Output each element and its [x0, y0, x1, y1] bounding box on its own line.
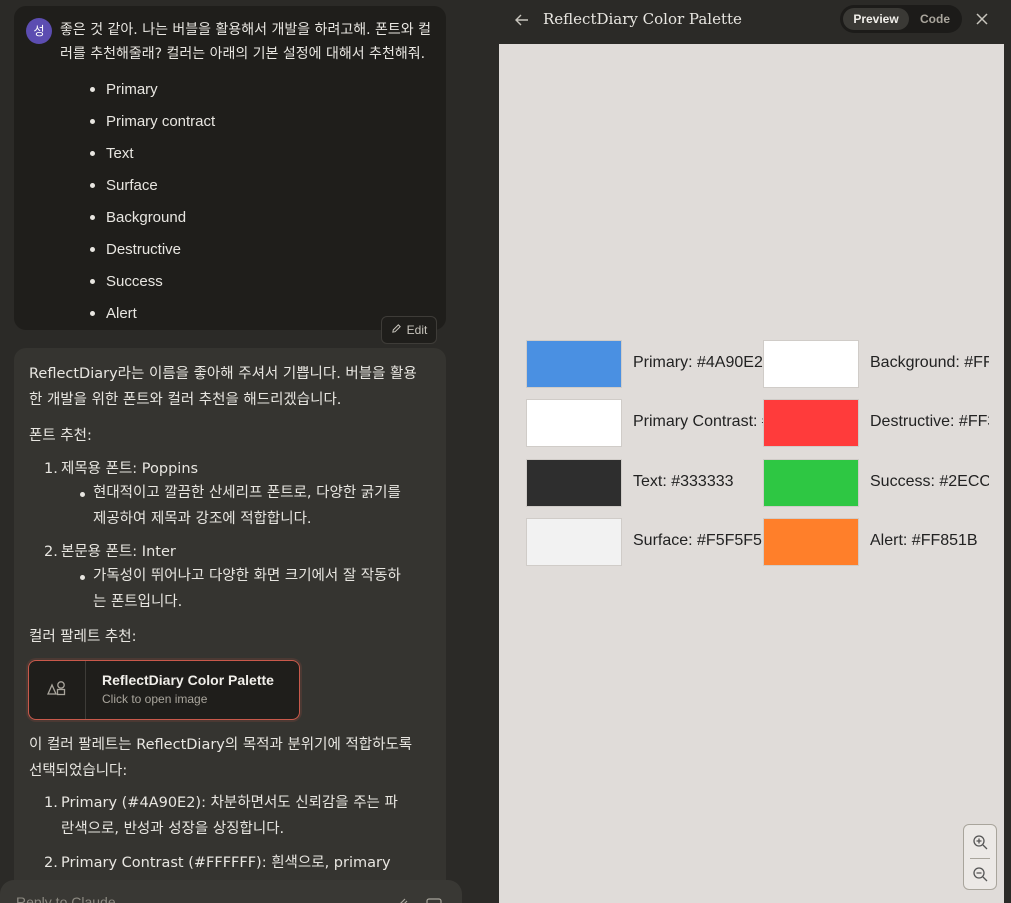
artifact-preview: Primary: #4A90E2 Primary Contrast: #FFFF…: [499, 44, 1004, 903]
zoom-out-icon[interactable]: [972, 866, 988, 887]
assistant-intro: ReflectDiary라는 이름을 좋아해 주셔서 기쁩니다. 버블을 활용한…: [29, 366, 417, 408]
color-item-text: Primary Contrast (#FFFFFF): 흰색으로, primar…: [61, 855, 391, 871]
pencil-icon: [391, 323, 402, 337]
swatch-label: Primary Contrast: #FFFFFF: [633, 413, 763, 431]
list-item: Alert: [76, 298, 215, 330]
list-item: Text: [76, 138, 215, 170]
palette-row: Text: #333333: [526, 458, 763, 518]
swatch-label: Success: #2ECC40: [870, 472, 989, 490]
bullet-dot: [80, 492, 85, 497]
font-item-title: 본문용 폰트: Inter: [61, 544, 176, 560]
view-toggle: Preview Code: [840, 5, 962, 33]
user-message-text: 좋은 것 같아. 나는 버블을 활용해서 개발을 하려고해. 폰트와 컬러를 추…: [60, 22, 431, 62]
list-item: Destructive: [76, 234, 215, 266]
swatch-label: Alert: #FF851B: [870, 531, 978, 549]
back-arrow-icon[interactable]: [512, 10, 532, 30]
font-item-title: 제목용 폰트: Poppins: [61, 461, 199, 477]
font-item-desc: 현대적이고 깔끔한 산세리프 폰트로, 다양한 굵기를 제공하여 제목과 강조에…: [93, 485, 401, 527]
color-heading: 컬러 팔레트 추천:: [29, 629, 137, 645]
artifact-title: ReflectDiary Color Palette: [102, 672, 274, 688]
reply-composer[interactable]: Reply to Claude...: [0, 880, 462, 903]
paperclip-icon[interactable]: [396, 896, 410, 903]
palette-column-right: Background: #FFFFFF Destructive: #FF3B30…: [763, 340, 989, 577]
avatar[interactable]: 성: [26, 18, 52, 44]
color-item-text: Primary (#4A90E2): 차분하면서도 신뢰감을 주는 파란색으로,…: [61, 795, 398, 837]
color-swatch: [526, 517, 622, 566]
zoom-controls: [963, 824, 997, 890]
color-swatch: [763, 517, 859, 566]
color-swatch: [763, 399, 859, 448]
artifact-icon-wrap: [29, 661, 86, 719]
palette-row: Success: #2ECC40: [763, 458, 989, 518]
color-swatch: [763, 458, 859, 507]
color-swatch: [763, 340, 859, 388]
edit-button-label: Edit: [406, 323, 428, 337]
artifact-header: ReflectDiary Color Palette Preview Code: [498, 0, 1011, 41]
swatch-label: Text: #333333: [633, 472, 734, 490]
list-number: 1.: [44, 795, 58, 811]
list-number: 1.: [44, 461, 58, 477]
palette-row: Background: #FFFFFF: [763, 340, 989, 399]
swatch-label: Destructive: #FF3B30: [870, 413, 989, 431]
edit-button[interactable]: Edit: [381, 316, 437, 344]
color-swatch: [526, 340, 622, 388]
palette-row: Destructive: #FF3B30: [763, 399, 989, 458]
artifact-card[interactable]: ReflectDiary Color Palette Click to open…: [28, 660, 300, 720]
font-heading: 폰트 추천:: [29, 428, 92, 444]
palette-column-left: Primary: #4A90E2 Primary Contrast: #FFFF…: [526, 340, 763, 577]
tab-code[interactable]: Code: [912, 8, 958, 30]
palette-row: Primary: #4A90E2: [526, 340, 763, 399]
artifact-pane: ReflectDiary Color Palette Preview Code …: [498, 0, 1011, 903]
camera-icon[interactable]: [426, 896, 442, 903]
swatch-label: Primary: #4A90E2: [633, 354, 763, 371]
font-item-desc: 가독성이 뛰어나고 다양한 화면 크기에서 잘 작동하는 폰트입니다.: [93, 568, 401, 610]
composer-placeholder: Reply to Claude...: [16, 894, 128, 903]
color-swatch: [526, 458, 622, 507]
chat-pane: 성 좋은 것 같아. 나는 버블을 활용해서 개발을 하려고해. 폰트와 컬러를…: [0, 0, 498, 903]
zoom-divider: [970, 858, 990, 859]
list-item: Primary: [76, 74, 215, 106]
list-item: Background: [76, 202, 215, 234]
close-icon[interactable]: [974, 11, 990, 27]
tab-preview[interactable]: Preview: [843, 8, 909, 30]
user-message: 성 좋은 것 같아. 나는 버블을 활용해서 개발을 하려고해. 폰트와 컬러를…: [14, 6, 446, 330]
palette-row: Surface: #F5F5F5: [526, 517, 763, 577]
shapes-icon: [46, 679, 68, 701]
artifact-subtitle: Click to open image: [102, 692, 208, 706]
artifact-pane-title: ReflectDiary Color Palette: [543, 10, 742, 28]
swatch-label: Background: #FFFFFF: [870, 354, 989, 371]
zoom-in-icon[interactable]: [972, 834, 988, 855]
list-item: Primary contract: [76, 106, 215, 138]
assistant-message: ReflectDiary라는 이름을 좋아해 주셔서 기쁩니다. 버블을 활용한…: [14, 348, 446, 903]
color-swatch: [526, 399, 622, 448]
list-item: Success: [76, 266, 215, 298]
palette-row: Primary Contrast: #FFFFFF: [526, 399, 763, 458]
palette-row: Alert: #FF851B: [763, 517, 989, 577]
bullet-dot: [80, 575, 85, 580]
list-number: 2.: [44, 855, 58, 871]
palette-note: 이 컬러 팔레트는 ReflectDiary의 목적과 분위기에 적합하도록 선…: [29, 737, 413, 779]
list-item: Surface: [76, 170, 215, 202]
user-message-list: Primary Primary contract Text Surface Ba…: [76, 74, 215, 330]
swatch-label: Surface: #F5F5F5: [633, 531, 762, 549]
list-number: 2.: [44, 544, 58, 560]
